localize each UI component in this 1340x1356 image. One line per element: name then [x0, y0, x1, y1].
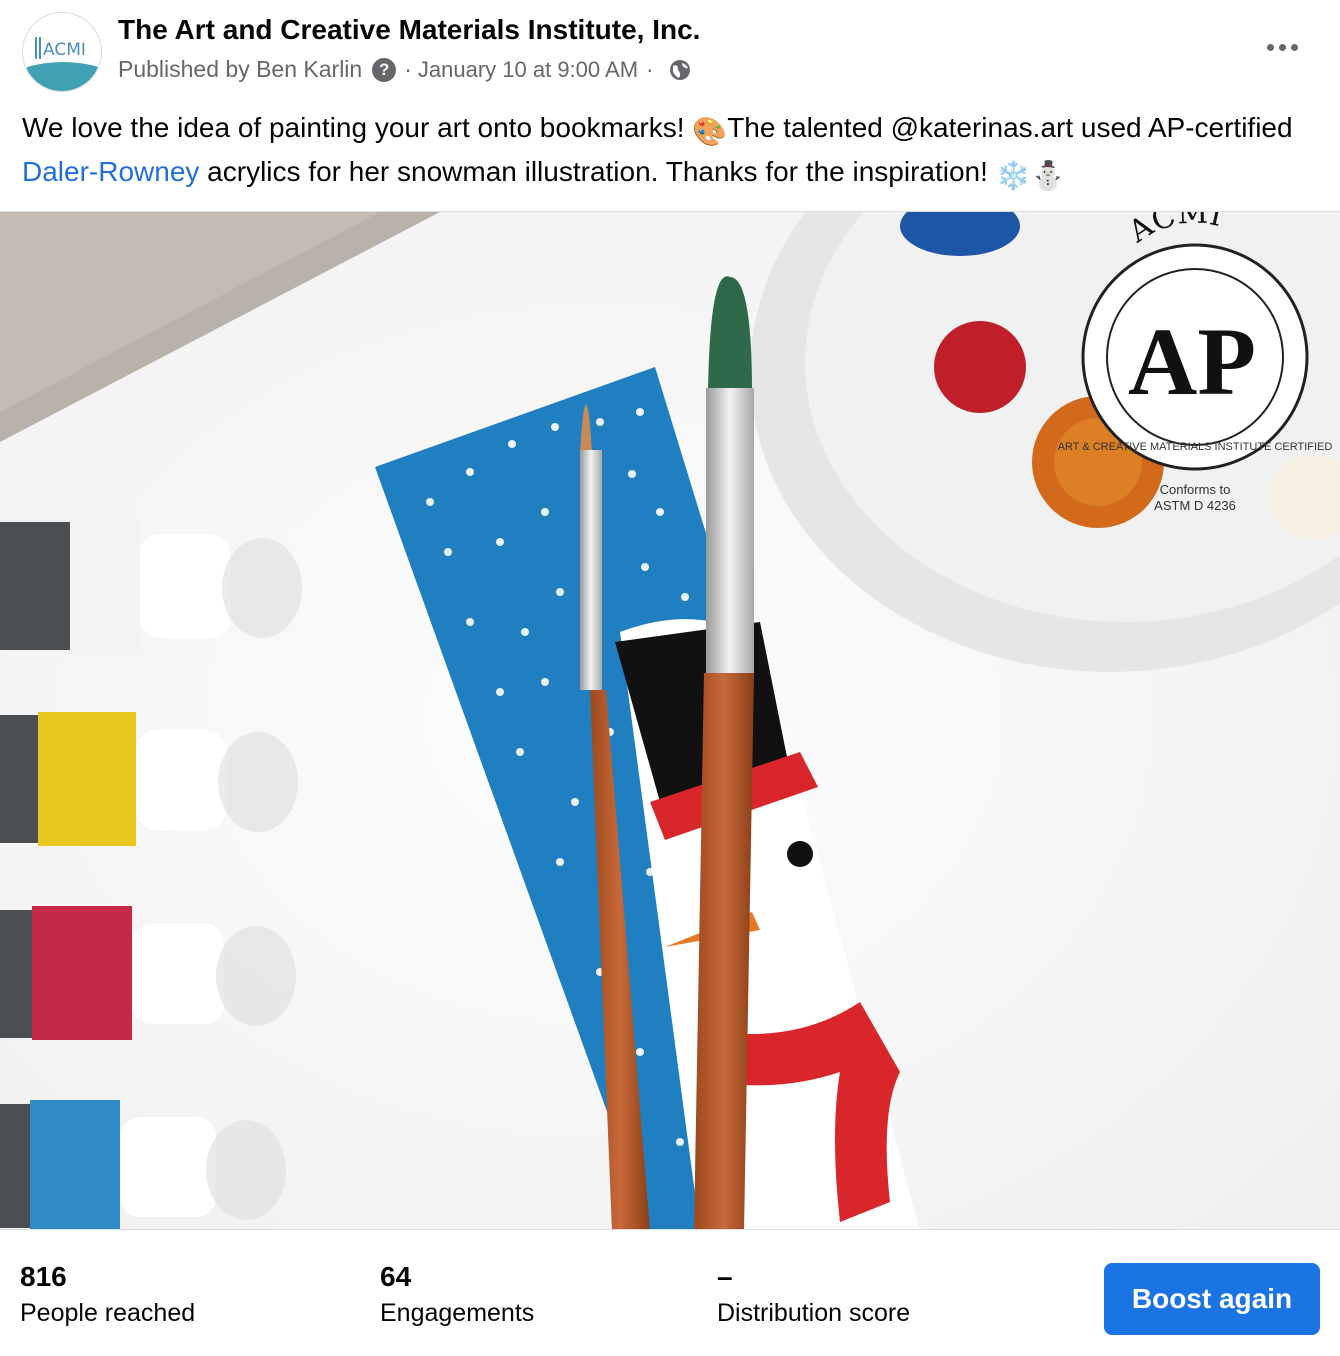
post-text-part: We love the idea of painting your art on…	[22, 112, 693, 143]
people-reached-label: People reached	[20, 1299, 196, 1327]
post-text: We love the idea of painting your art on…	[22, 108, 1322, 196]
daler-rowney-link[interactable]: Daler-Rowney	[22, 156, 199, 187]
post-header: ACMI The Art and Creative Materials Inst…	[0, 0, 1340, 100]
people-reached-value: 816	[20, 1261, 67, 1292]
svg-text:AP: AP	[1128, 308, 1256, 415]
more-horizontal-icon	[1266, 43, 1274, 51]
globe-icon	[668, 58, 692, 82]
question-circle-icon[interactable]: ?	[372, 57, 397, 82]
meta-separator: ·	[404, 56, 412, 82]
post-date[interactable]: January 10 at 9:00 AM	[418, 57, 638, 83]
paint-red	[934, 321, 1026, 413]
svg-text:Conforms to: Conforms to	[1160, 482, 1231, 497]
meta-separator: ·	[646, 56, 654, 82]
svg-text:ACMI: ACMI	[43, 40, 86, 60]
stat-engagements: 64 Engagements	[380, 1259, 534, 1328]
distribution-score-value: –	[717, 1261, 733, 1292]
post-photo[interactable]: ACMI AP ART & CREATIVE MATERIALS INSTITU…	[0, 211, 1340, 1230]
distribution-score-label: Distribution score	[717, 1299, 911, 1327]
post-text-part: The talented @katerinas.art used AP-cert…	[727, 112, 1293, 143]
page-name[interactable]: The Art and Creative Materials Institute…	[118, 14, 700, 46]
svg-text:ASTM D 4236: ASTM D 4236	[1154, 498, 1236, 513]
acmi-logo-icon: ACMI	[23, 13, 101, 91]
post-insights: 816 People reached 64 Engagements – Dist…	[0, 1231, 1340, 1356]
more-options-button[interactable]	[1256, 30, 1308, 64]
stat-distribution-score: – Distribution score	[717, 1259, 910, 1328]
engagements-value: 64	[380, 1261, 412, 1292]
palette-emoji: 🎨	[692, 116, 728, 147]
published-by[interactable]: Published by Ben Karlin	[118, 56, 362, 83]
post-meta: Published by Ben Karlin ? · January 10 a…	[118, 56, 692, 83]
page-avatar[interactable]: ACMI	[22, 12, 102, 92]
svg-text:ART & CREATIVE MATERIALS INSTI: ART & CREATIVE MATERIALS INSTITUTE CERTI…	[1058, 441, 1333, 453]
post-text-part: acrylics for her snowman illustration. T…	[199, 156, 996, 187]
post-image: ACMI AP ART & CREATIVE MATERIALS INSTITU…	[0, 212, 1340, 1229]
snowflake-emoji: ❄️	[995, 160, 1031, 191]
boost-again-button[interactable]: Boost again	[1104, 1263, 1320, 1335]
engagements-label: Engagements	[380, 1299, 535, 1327]
snowman-emoji: ⛄	[1030, 160, 1066, 191]
stat-people-reached: 816 People reached	[20, 1259, 195, 1328]
